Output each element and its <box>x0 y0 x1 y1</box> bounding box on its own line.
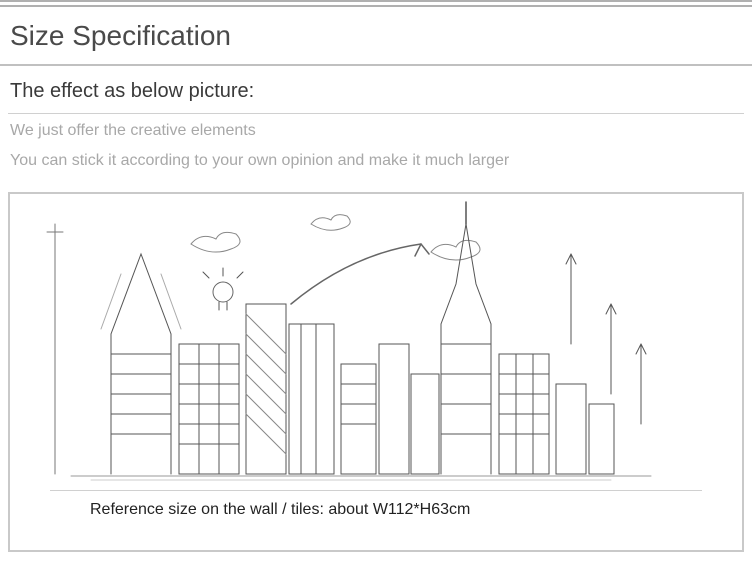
section-body: The effect as below picture: We just off… <box>0 70 752 552</box>
note-line-1: We just offer the creative elements <box>8 114 744 144</box>
note-line-2: You can stick it according to your own o… <box>8 144 744 174</box>
section-rule <box>0 64 752 66</box>
section-title: Size Specification <box>0 10 752 64</box>
effect-subheading: The effect as below picture: <box>8 70 744 113</box>
caption-rule <box>50 490 702 491</box>
top-double-rule <box>0 0 752 7</box>
reference-size-caption: Reference size on the wall / tiles: abou… <box>10 497 742 519</box>
cityscape-sketch-icon <box>10 194 742 490</box>
illustration-frame: Reference size on the wall / tiles: abou… <box>8 192 744 552</box>
